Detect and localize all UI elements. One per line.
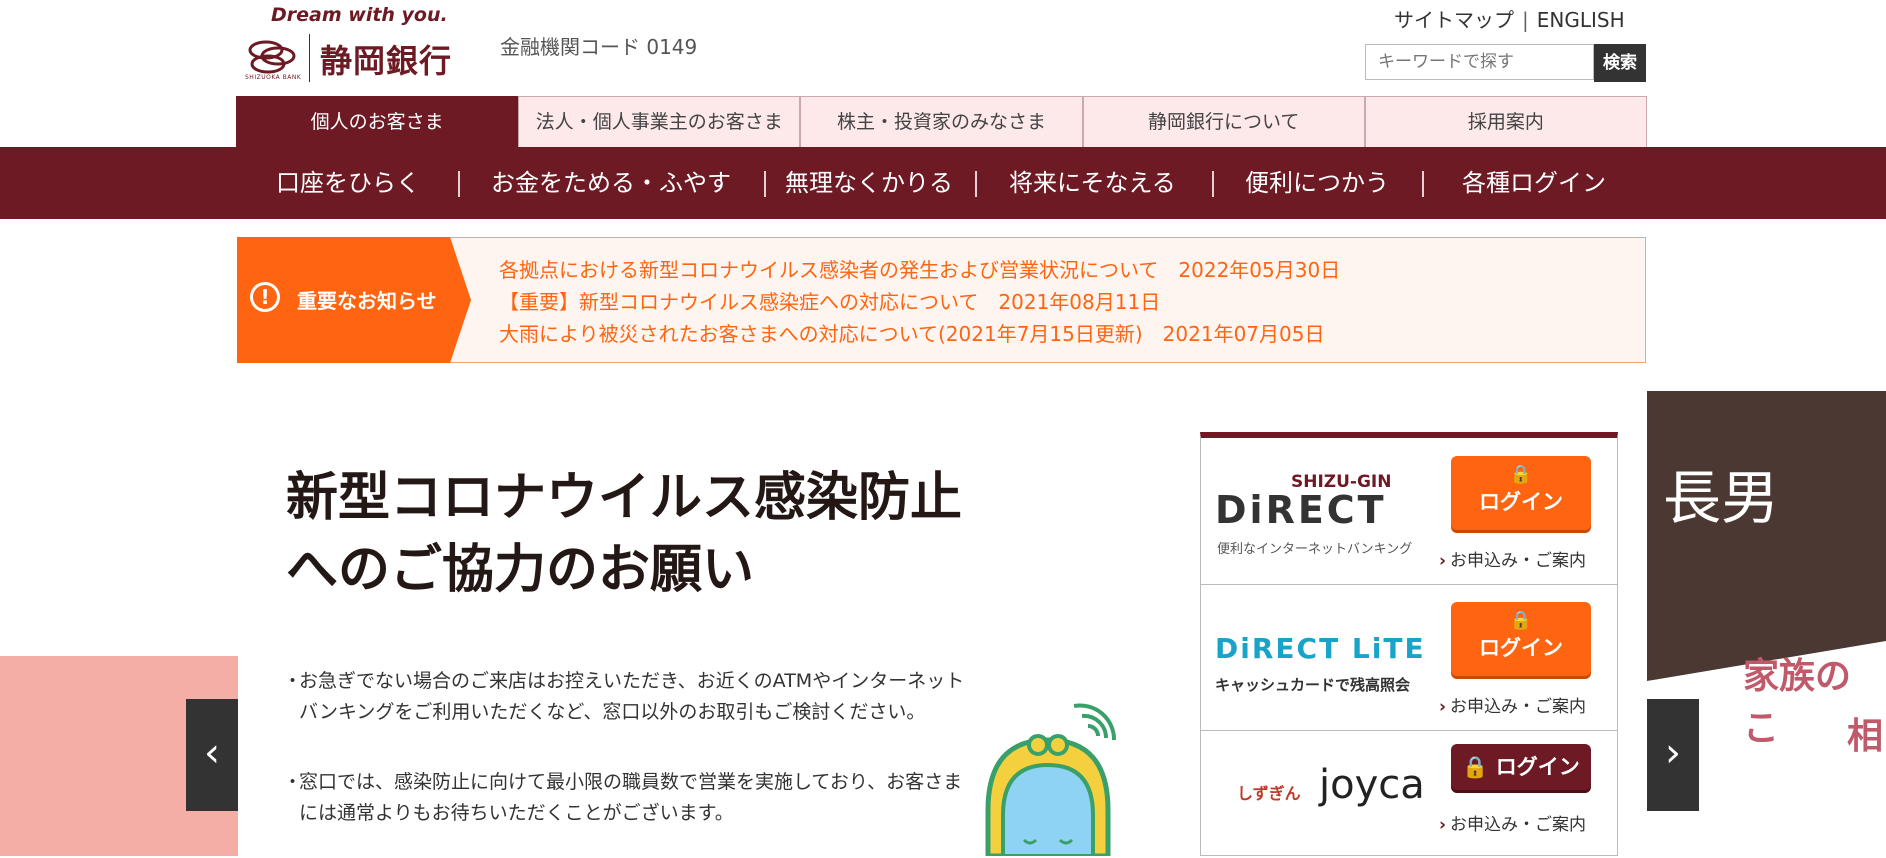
tab-about[interactable]: 静岡銀行について [1082, 96, 1365, 147]
notice-link[interactable]: 各拠点における新型コロナウイルス感染者の発生および営業状況について 2022年0… [499, 254, 1340, 283]
joyca-brand-small: しずぎん [1237, 784, 1301, 803]
nav-convenient[interactable]: 便利につかう [1245, 147, 1389, 219]
search-button[interactable]: 検索 [1594, 44, 1646, 82]
lock-icon: 🔒 [1509, 610, 1533, 631]
chevron-right-icon: › [1439, 815, 1447, 835]
search-input[interactable] [1365, 44, 1594, 80]
english-link[interactable]: ENGLISH [1537, 8, 1625, 32]
login-panel: SHIZU-GIN DiRECT 便利なインターネットバンキング 🔒 ログイン … [1200, 432, 1618, 856]
chevron-right-icon: › [1439, 551, 1447, 571]
nav-separator [764, 171, 766, 197]
nav-loans[interactable]: 無理なくかりる [785, 147, 953, 219]
joyca-logo: joyca [1319, 762, 1425, 808]
joyca-apply-link[interactable]: › お申込み・ご案内 [1439, 810, 1586, 835]
logo-divider [309, 34, 310, 82]
direct-apply-link[interactable]: › お申込み・ご案内 [1439, 546, 1586, 571]
direct-login-row: SHIZU-GIN DiRECT 便利なインターネットバンキング 🔒 ログイン … [1201, 438, 1617, 585]
notice-link[interactable]: 大雨により被災されたお客さまへの対応について(2021年7月15日更新) 202… [499, 318, 1324, 347]
tab-investors[interactable]: 株主・投資家のみなさま [800, 96, 1083, 147]
apply-label: お申込み・ご案内 [1450, 551, 1587, 571]
notice-link[interactable]: 【重要】新型コロナウイルス感染症への対応について 2021年08月11日 [499, 286, 1160, 315]
sitemap-link[interactable]: サイトマップ [1394, 8, 1514, 32]
joyca-login-row: しずぎん joyca 🔒 ログイン › お申込み・ご案内 [1201, 730, 1617, 858]
direct-brand-sub: 便利なインターネットバンキング [1217, 542, 1413, 557]
side-banner-text: 相 [1847, 716, 1884, 757]
bullet-text: 窓口では、感染防止に向けて最小限の職員数で営業を実施しており、お客さまには通常よ… [299, 771, 963, 824]
lock-icon: 🔒 [1462, 755, 1489, 779]
nav-future[interactable]: 将来にそなえる [1009, 147, 1176, 219]
carousel-next-button[interactable]: › [1647, 699, 1699, 811]
login-label: ログイン [1495, 755, 1580, 779]
link-separator: | [1522, 8, 1529, 32]
nav-save-invest[interactable]: お金をためる・ふやす [491, 147, 731, 219]
bullet-text: お急ぎでない場合のご来店はお控えいただき、お近くのATMやインターネットバンキン… [299, 670, 965, 723]
chevron-right-icon: › [1439, 697, 1447, 717]
login-label: ログイン [1479, 490, 1563, 514]
direct-login-button[interactable]: 🔒 ログイン [1451, 456, 1591, 530]
direct-lite-brand-sub: キャッシュカードで残高照会 [1215, 676, 1411, 694]
notice-title: 重要なお知らせ [297, 289, 437, 313]
carousel-prev-button[interactable]: ‹ [186, 699, 238, 811]
hero-title-line: 新型コロナウイルス感染防止 [286, 468, 963, 528]
logo-tagline: Dream with you. [271, 4, 448, 26]
nav-open-account[interactable]: 口座をひらく [276, 147, 420, 219]
nav-separator [1212, 171, 1214, 197]
tab-careers[interactable]: 採用案内 [1364, 96, 1648, 147]
direct-lite-apply-link[interactable]: › お申込み・ご案内 [1439, 692, 1586, 717]
lock-icon: 🔒 [1509, 464, 1533, 485]
apply-label: お申込み・ご案内 [1450, 697, 1587, 717]
institution-code: 金融機関コード 0149 [500, 35, 698, 59]
login-label: ログイン [1479, 636, 1563, 660]
top-links: サイトマップ | ENGLISH [1394, 4, 1625, 33]
mascot-illustration-icon [985, 703, 1117, 856]
direct-logo: DiRECT [1215, 488, 1387, 532]
audience-tabs: 個人のお客さま 法人・個人事業主のお客さま 株主・投資家のみなさま 静岡銀行につ… [236, 96, 1648, 147]
main-nav: 口座をひらく お金をためる・ふやす 無理なくかりる 将来にそなえる 便利につかう… [0, 147, 1886, 219]
joyca-login-button[interactable]: 🔒 ログイン [1451, 744, 1591, 790]
hero-title-line: へのご協力のお願い [286, 540, 755, 600]
apply-label: お申込み・ご案内 [1450, 815, 1587, 835]
bank-name[interactable]: 静岡銀行 [320, 36, 452, 82]
exclamation-icon: ! [250, 282, 280, 312]
bank-name-en: SHIZUOKA BANK [245, 74, 302, 81]
direct-lite-logo: DiRECT LiTE [1215, 632, 1426, 665]
side-banner-title: 長男 [1663, 464, 1780, 532]
nav-separator [1422, 171, 1424, 197]
tab-corporate[interactable]: 法人・個人事業主のお客さま [518, 96, 801, 147]
direct-lite-login-button[interactable]: 🔒 ログイン [1451, 602, 1591, 676]
direct-lite-login-row: DiRECT LiTE キャッシュカードで残高照会 🔒 ログイン › お申込み・ご… [1201, 584, 1617, 731]
tab-personal[interactable]: 個人のお客さま [236, 96, 519, 147]
nav-separator [458, 171, 460, 197]
nav-separator [975, 171, 977, 197]
nav-login[interactable]: 各種ログイン [1462, 147, 1606, 219]
hero-title[interactable]: 新型コロナウイルス感染防止 へのご協力のお願い [286, 462, 962, 606]
